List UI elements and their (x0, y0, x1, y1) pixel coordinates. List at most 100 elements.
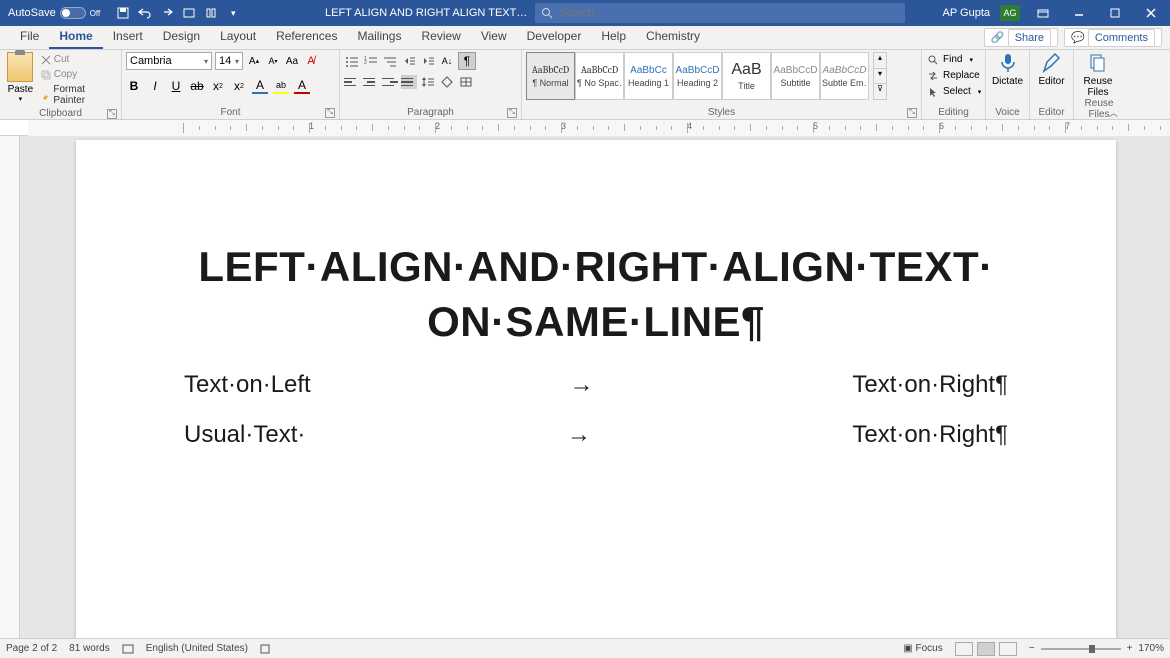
superscript-button[interactable]: x2 (231, 78, 247, 94)
dialog-launcher-icon[interactable]: ⤡ (107, 109, 117, 119)
replace-button[interactable]: Replace (926, 68, 984, 83)
styles-gallery[interactable]: AaBbCcD¶ NormalAaBbCcD¶ No Spac…AaBbCcHe… (526, 52, 869, 100)
justify-button[interactable] (401, 75, 417, 89)
format-painter-button[interactable]: Format Painter (41, 82, 117, 108)
web-layout-button[interactable] (999, 642, 1017, 656)
vertical-ruler[interactable] (0, 136, 20, 638)
show-marks-button[interactable]: ¶ (458, 52, 476, 70)
customize-qat-icon[interactable]: ▾ (226, 6, 240, 20)
dialog-launcher-icon[interactable]: ⤡ (325, 108, 335, 118)
tab-home[interactable]: Home (49, 25, 102, 49)
paste-button[interactable]: Paste ▾ (4, 52, 37, 103)
qat-icon[interactable] (182, 6, 196, 20)
underline-button[interactable]: U (168, 78, 184, 94)
user-avatar[interactable]: AG (1000, 5, 1020, 21)
user-name[interactable]: AP Gupta (943, 7, 991, 19)
comments-button[interactable]: 💬 Comments (1064, 28, 1162, 47)
tab-help[interactable]: Help (591, 25, 636, 49)
undo-icon[interactable] (138, 6, 152, 20)
page[interactable]: LEFT·ALIGN·AND·RIGHT·ALIGN·TEXT· ON·SAME… (76, 140, 1116, 638)
style-tile[interactable]: AaBbCcD¶ No Spac… (575, 52, 624, 100)
horizontal-ruler[interactable]: 1234567 (0, 120, 1170, 136)
spell-check-icon[interactable] (122, 643, 134, 655)
align-right-button[interactable] (382, 75, 398, 89)
tab-review[interactable]: Review (411, 25, 470, 49)
styles-more-icon[interactable]: ⊽ (874, 83, 886, 99)
reuse-files-button[interactable]: Reuse Files (1078, 52, 1118, 98)
autosave-toggle[interactable]: AutoSave Off (8, 7, 100, 19)
word-count[interactable]: 81 words (69, 643, 110, 654)
align-left-button[interactable] (344, 75, 360, 89)
maximize-icon[interactable] (1102, 3, 1128, 23)
share-button[interactable]: 🔗 Share (984, 28, 1058, 47)
chevron-down-icon[interactable]: ▾ (204, 57, 208, 66)
line-spacing-button[interactable] (420, 74, 436, 90)
subscript-button[interactable]: x2 (210, 78, 226, 94)
bullets-button[interactable] (344, 53, 360, 69)
numbering-button[interactable]: 12 (363, 53, 379, 69)
text-line[interactable]: Usual·Text·→Text·on·Right¶ (184, 421, 1008, 449)
bold-button[interactable]: B (126, 78, 142, 94)
text-effects-button[interactable]: A (252, 78, 268, 94)
chevron-down-icon[interactable]: ▾ (19, 95, 23, 103)
shading-button[interactable] (439, 74, 455, 90)
dialog-launcher-icon[interactable]: ⤡ (507, 108, 517, 118)
shrink-font-button[interactable]: A▾ (265, 53, 281, 69)
strikethrough-button[interactable]: ab (189, 78, 205, 94)
sort-button[interactable]: A↓ (439, 53, 455, 69)
tab-developer[interactable]: Developer (517, 25, 592, 49)
styles-down-icon[interactable]: ▾ (874, 68, 886, 84)
save-icon[interactable] (116, 6, 130, 20)
dialog-launcher-icon[interactable]: ⤡ (907, 108, 917, 118)
style-tile[interactable]: AaBbCcDHeading 2 (673, 52, 722, 100)
multilevel-button[interactable] (382, 53, 398, 69)
decrease-indent-button[interactable] (401, 53, 417, 69)
select-button[interactable]: Select▾ (926, 84, 985, 99)
zoom-in-button[interactable]: + (1127, 643, 1133, 654)
tab-file[interactable]: File (10, 25, 49, 49)
style-tile[interactable]: AaBbCcDSubtle Em… (820, 52, 869, 100)
style-tile[interactable]: AaBbCcDSubtitle (771, 52, 820, 100)
close-icon[interactable] (1138, 3, 1164, 23)
zoom-slider[interactable]: − + 170% (1029, 643, 1164, 654)
read-mode-button[interactable] (955, 642, 973, 656)
zoom-out-button[interactable]: − (1029, 643, 1035, 654)
language-indicator[interactable]: English (United States) (146, 643, 248, 654)
font-size-combo[interactable]: 14▾ (215, 52, 243, 70)
style-tile[interactable]: AaBbCcD¶ Normal (526, 52, 575, 100)
style-tile[interactable]: AaBTitle (722, 52, 771, 100)
tab-chemistry[interactable]: Chemistry (636, 25, 710, 49)
cut-button[interactable]: Cut (41, 52, 117, 67)
minimize-icon[interactable] (1066, 3, 1092, 23)
macro-icon[interactable] (260, 644, 270, 654)
zoom-thumb[interactable] (1089, 645, 1095, 653)
font-name-combo[interactable]: Cambria▾ (126, 52, 212, 70)
tab-view[interactable]: View (471, 25, 517, 49)
grow-font-button[interactable]: A▴ (246, 53, 262, 69)
find-button[interactable]: Find▾ (926, 52, 977, 67)
text-line[interactable]: Text·on·Left→Text·on·Right¶ (184, 371, 1008, 399)
borders-button[interactable] (458, 74, 474, 90)
tab-mailings[interactable]: Mailings (347, 25, 411, 49)
change-case-button[interactable]: Aa (284, 53, 300, 69)
collapse-ribbon-icon[interactable]: ︿ (1109, 106, 1118, 119)
font-color-button[interactable]: A (294, 78, 310, 94)
align-center-button[interactable] (363, 75, 379, 89)
ribbon-display-icon[interactable] (1030, 3, 1056, 23)
tab-design[interactable]: Design (153, 25, 210, 49)
editor-button[interactable]: Editor (1034, 52, 1069, 87)
qat-icon[interactable] (204, 6, 218, 20)
italic-button[interactable]: I (147, 78, 163, 94)
tab-insert[interactable]: Insert (103, 25, 153, 49)
search-input[interactable] (559, 7, 899, 19)
dictate-button[interactable]: Dictate (990, 52, 1025, 87)
search-box[interactable] (535, 3, 905, 23)
toggle-off-icon[interactable] (60, 7, 86, 19)
print-layout-button[interactable] (977, 642, 995, 656)
chevron-down-icon[interactable]: ▾ (235, 57, 239, 66)
increase-indent-button[interactable] (420, 53, 436, 69)
styles-up-icon[interactable]: ▴ (874, 53, 886, 68)
clear-format-button[interactable]: A̸ (303, 53, 319, 69)
style-tile[interactable]: AaBbCcHeading 1 (624, 52, 673, 100)
tab-references[interactable]: References (266, 25, 347, 49)
